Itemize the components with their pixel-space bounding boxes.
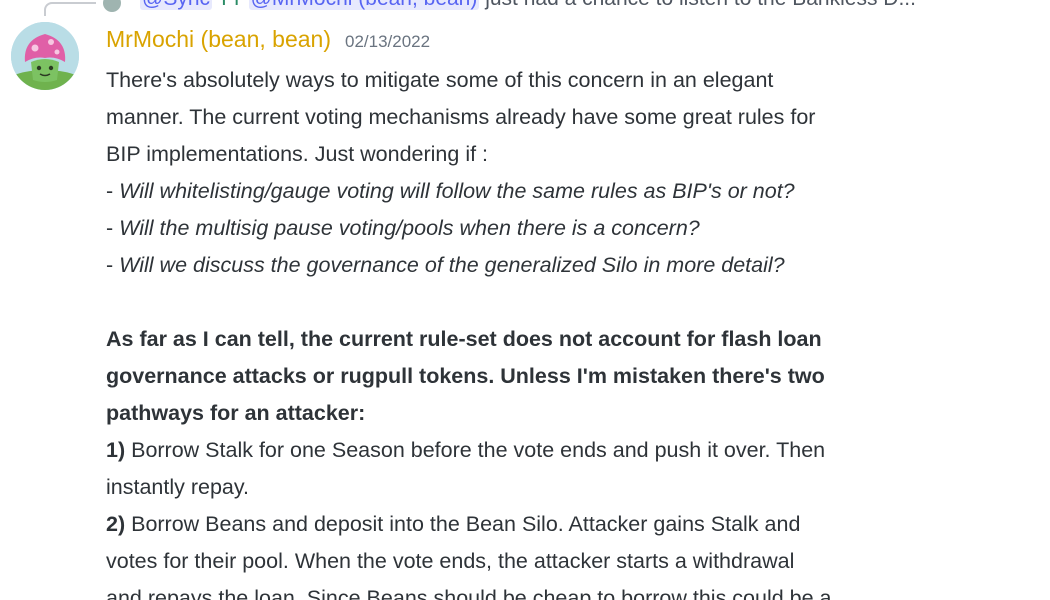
bullet-item: - Will whitelisting/gauge voting will fo… <box>106 173 1006 210</box>
bullet-dash: - <box>106 179 120 203</box>
pathway-2-line: votes for their pool. When the vote ends… <box>106 549 795 573</box>
bold-line: governance attacks or rugpull tokens. Un… <box>106 364 825 388</box>
pathway-2-line: and repays the loan. Since Beans should … <box>106 586 832 600</box>
pathway-1-line: instantly repay. <box>106 475 250 499</box>
reply-avatar[interactable] <box>103 0 121 12</box>
mushroom-avatar-icon <box>11 22 79 90</box>
message-body: There's absolutely ways to mitigate some… <box>106 62 1006 600</box>
message-author[interactable]: MrMochi (bean, bean) <box>106 26 331 53</box>
chat-view: @Sync TT @MrMochi (bean, bean) just had … <box>0 0 1050 600</box>
message-line: BIP implementations. Just wondering if : <box>106 142 489 166</box>
reply-spine <box>44 2 96 16</box>
bullet-text: Will the multisig pause voting/pools whe… <box>119 216 700 240</box>
message-line: manner. The current voting mechanisms al… <box>106 105 816 129</box>
bullet-text: Will we discuss the governance of the ge… <box>119 253 785 277</box>
avatar[interactable] <box>11 22 79 90</box>
message-timestamp: 02/13/2022 <box>345 32 431 51</box>
message-header: MrMochi (bean, bean) 02/13/2022 <box>106 26 430 53</box>
message-line: There's absolutely ways to mitigate some… <box>106 68 774 92</box>
reply-preview[interactable]: @Sync TT @MrMochi (bean, bean) just had … <box>140 0 916 11</box>
pathway-2-line: 2) Borrow Beans and deposit into the Bea… <box>106 506 1006 543</box>
reply-author-tail: TT <box>217 0 242 10</box>
bullet-text: Will whitelisting/gauge voting will foll… <box>119 179 795 203</box>
pathway-1-line: 1) Borrow Stalk for one Season before th… <box>106 432 1006 469</box>
reply-mention-user[interactable]: @MrMochi (bean, bean) <box>248 0 480 10</box>
bold-line: As far as I can tell, the current rule-s… <box>106 327 822 351</box>
bullet-dash: - <box>106 253 120 277</box>
pathway-text: Borrow Stalk for one Season before the v… <box>125 438 826 462</box>
bold-line: pathways for an attacker: <box>106 401 366 425</box>
pathway-text: Borrow Beans and deposit into the Bean S… <box>125 512 801 536</box>
bullet-item: - Will the multisig pause voting/pools w… <box>106 210 1006 247</box>
pathway-number: 2) <box>106 512 126 536</box>
bullet-item: - Will we discuss the governance of the … <box>106 247 1006 284</box>
reply-snippet[interactable]: just had a chance to listen to the Bankl… <box>485 0 916 10</box>
pathway-number: 1) <box>106 438 126 462</box>
bullet-dash: - <box>106 216 120 240</box>
reply-mention[interactable]: @Sync <box>140 0 213 10</box>
